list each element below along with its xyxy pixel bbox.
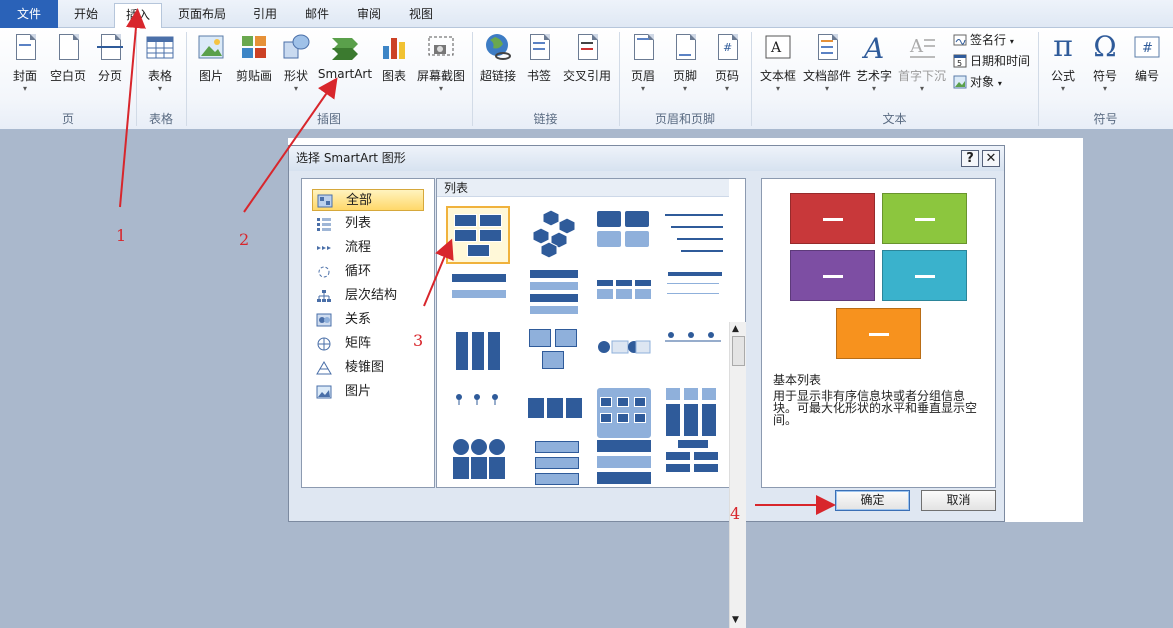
annotation-number-1: 1	[116, 226, 127, 245]
annotation-number-4: 4	[730, 504, 741, 523]
annotation-arrows	[119, 8, 836, 515]
scroll-down-icon[interactable]: ▼	[732, 615, 739, 625]
annotation-number-2: 2	[239, 230, 250, 249]
annotation-number-3: 3	[413, 331, 424, 350]
